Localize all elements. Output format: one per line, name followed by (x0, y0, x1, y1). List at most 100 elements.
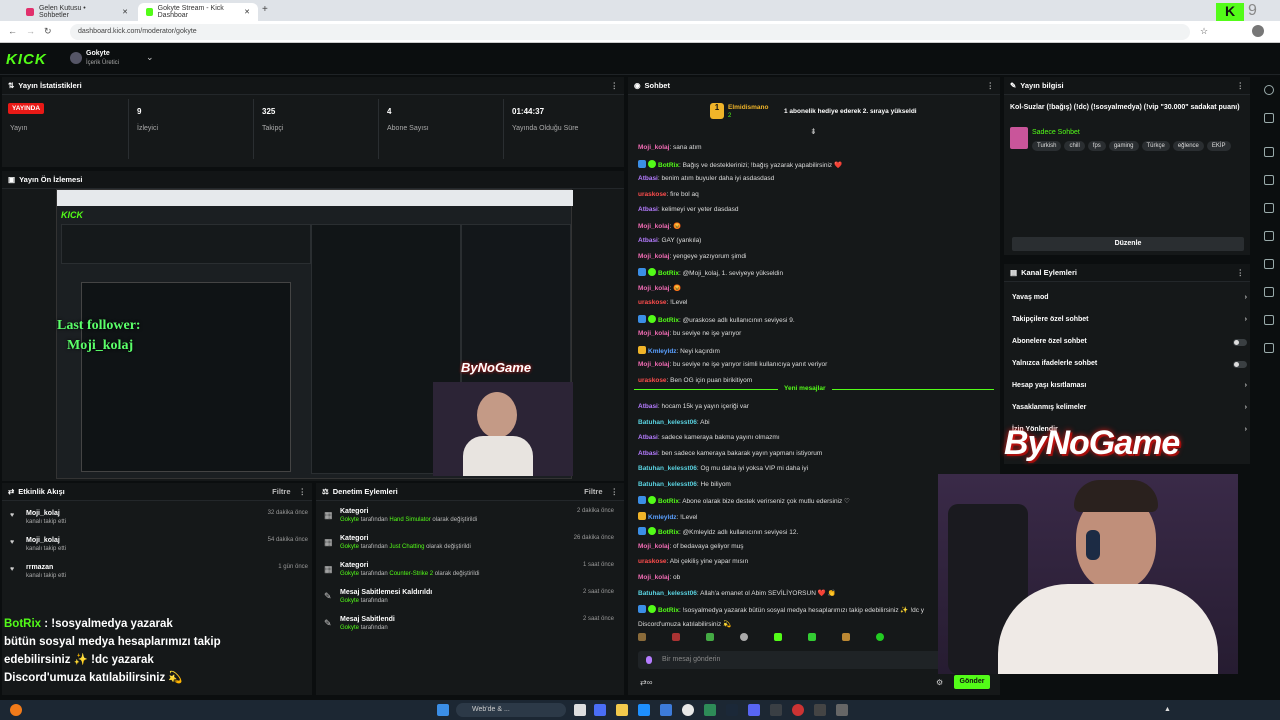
chat-username[interactable]: BotRix (658, 317, 679, 324)
new-tab-button[interactable]: + (262, 4, 268, 15)
more-icon[interactable]: ⋮ (1237, 81, 1245, 90)
filter-button[interactable]: Filtre (272, 487, 290, 496)
chat-username[interactable]: Moji_kolaj (638, 361, 669, 368)
chat-username[interactable]: BotRix (658, 270, 679, 277)
chat-username[interactable]: Batuhan_kelesst06 (638, 481, 697, 488)
more-icon[interactable]: ⋮ (987, 81, 995, 90)
chat-bubble-icon[interactable] (1264, 231, 1274, 241)
more-icon[interactable]: ⋮ (611, 487, 619, 496)
chat-username[interactable]: Atbasi (638, 434, 658, 441)
chat-username[interactable]: Moji_kolaj (638, 285, 669, 292)
windows-start-icon[interactable] (437, 704, 449, 716)
kick-extension-icon[interactable]: K (1216, 3, 1244, 21)
nodes-icon[interactable] (1264, 343, 1274, 353)
close-icon[interactable]: ✕ (244, 8, 250, 16)
tab-inbox[interactable]: Gelen Kutusu • Sohbetler ✕ (18, 3, 136, 21)
app-icon[interactable] (770, 704, 782, 716)
scroll-down-icon[interactable]: ⇟ (810, 127, 817, 136)
channel-action-item[interactable]: Hesap yaşı kısıtlaması › (1012, 382, 1247, 398)
chat-username[interactable]: Batuhan_kelesst06 (638, 590, 697, 597)
chevron-down-icon[interactable]: ⌄ (146, 52, 154, 63)
gift-user[interactable]: Elmidismano (728, 104, 768, 111)
edge-icon[interactable] (638, 704, 650, 716)
chat-username[interactable]: Moji_kolaj (638, 223, 669, 230)
store-icon[interactable] (660, 704, 672, 716)
kick-logo[interactable]: KICK (6, 51, 47, 68)
settings-icon[interactable] (836, 704, 848, 716)
chat-username[interactable]: BotRix (658, 498, 679, 505)
chat-username[interactable]: uraskose (638, 377, 667, 384)
pen-icon[interactable] (1264, 113, 1274, 123)
close-icon[interactable]: ✕ (122, 8, 128, 16)
task-view-icon[interactable] (574, 704, 586, 716)
taskbar-search[interactable]: Web'de & ... (456, 703, 566, 717)
chat-username[interactable]: uraskose (638, 299, 667, 306)
chrome-icon[interactable] (682, 704, 694, 716)
category-name[interactable]: Sadece Sohbet (1032, 129, 1080, 136)
more-icon[interactable]: ⋮ (1237, 268, 1245, 277)
profile-avatar[interactable] (1252, 25, 1264, 37)
expand-icon[interactable] (1264, 147, 1274, 157)
chat-username[interactable]: Moji_kolaj (638, 253, 669, 260)
app-icon[interactable] (792, 704, 804, 716)
clipboard-icon[interactable] (1264, 203, 1274, 213)
list-icon[interactable] (1264, 287, 1274, 297)
send-button[interactable]: Gönder (954, 675, 990, 689)
emote-icon[interactable] (842, 633, 850, 641)
gear-icon[interactable]: ⚙ (936, 678, 943, 687)
xbox-icon[interactable] (704, 704, 716, 716)
chat-username[interactable]: Atbasi (638, 403, 658, 410)
edit-button[interactable]: Düzenle (1012, 237, 1244, 251)
discord-icon[interactable] (748, 704, 760, 716)
chat-username[interactable]: Atbasi (638, 237, 658, 244)
chat-username[interactable]: BotRix (658, 607, 679, 614)
address-input[interactable]: dashboard.kick.com/moderator/gokyte (70, 24, 1190, 40)
back-icon[interactable]: ← (8, 26, 17, 36)
forward-icon[interactable]: → (26, 26, 35, 36)
emote-icon[interactable] (740, 633, 748, 641)
chat-username[interactable]: Kmleyldz (648, 514, 677, 521)
emote-icon[interactable] (638, 633, 646, 641)
info-icon[interactable] (1264, 85, 1274, 95)
chat-username[interactable]: Kmleyldz (648, 348, 677, 355)
chat-username[interactable]: Batuhan_kelesst06 (638, 419, 697, 426)
channel-action-item[interactable]: Abonelere özel sohbet (1012, 338, 1247, 354)
channel-action-item[interactable]: Yasaklanmış kelimeler › (1012, 404, 1247, 420)
channel-action-item[interactable]: Takipçilere özel sohbet › (1012, 316, 1247, 332)
chat-username[interactable]: Moji_kolaj (638, 144, 669, 151)
chat-username[interactable]: uraskose (638, 191, 667, 198)
chat-username[interactable]: BotRix (658, 529, 679, 536)
folder-icon[interactable] (616, 704, 628, 716)
emote-icon[interactable] (876, 633, 884, 641)
chat-username[interactable]: Atbasi (638, 206, 658, 213)
weather-icon[interactable] (10, 704, 22, 716)
chat-username[interactable]: uraskose (638, 558, 667, 565)
chat-username[interactable]: Batuhan_kelesst06 (638, 465, 697, 472)
app-icon[interactable] (594, 704, 606, 716)
reload-icon[interactable]: ↻ (44, 26, 52, 37)
chat-username[interactable]: Moji_kolaj (638, 543, 669, 550)
chat-username[interactable]: Atbasi (638, 450, 658, 457)
chat-username[interactable]: Atbasi (638, 175, 658, 182)
more-icon[interactable]: ⋮ (299, 487, 307, 496)
chat-username[interactable]: BotRix (658, 162, 679, 169)
filter-button[interactable]: Filtre (584, 487, 602, 496)
emote-icon[interactable] (808, 633, 816, 641)
channel-action-item[interactable]: Yalnızca ifadelerle sohbet (1012, 360, 1247, 376)
more-icon[interactable]: ⋮ (611, 81, 619, 90)
chat-username[interactable]: Moji_kolaj (638, 330, 669, 337)
toggle-switch[interactable] (1233, 361, 1247, 368)
channel-action-item[interactable]: Yavaş mod › (1012, 294, 1247, 310)
toggle-switch[interactable] (1233, 339, 1247, 346)
steam-icon[interactable] (726, 704, 738, 716)
wrench-icon[interactable] (1264, 315, 1274, 325)
emote-icon[interactable] (774, 633, 782, 641)
app-icon[interactable] (814, 704, 826, 716)
chat-username[interactable]: Moji_kolaj (638, 574, 669, 581)
lightning-icon[interactable] (1264, 175, 1274, 185)
chat-settings-icon[interactable]: ⇄∞ (640, 678, 652, 687)
emote-icon[interactable] (706, 633, 714, 641)
preview-video[interactable]: KICK Last follower: Moji_kolaj ByNoGame (56, 189, 573, 479)
tray-chevron-icon[interactable]: ▲ (1164, 706, 1171, 713)
tab-kick-dashboard[interactable]: Gokyte Stream - Kick Dashboar ✕ (138, 3, 258, 21)
